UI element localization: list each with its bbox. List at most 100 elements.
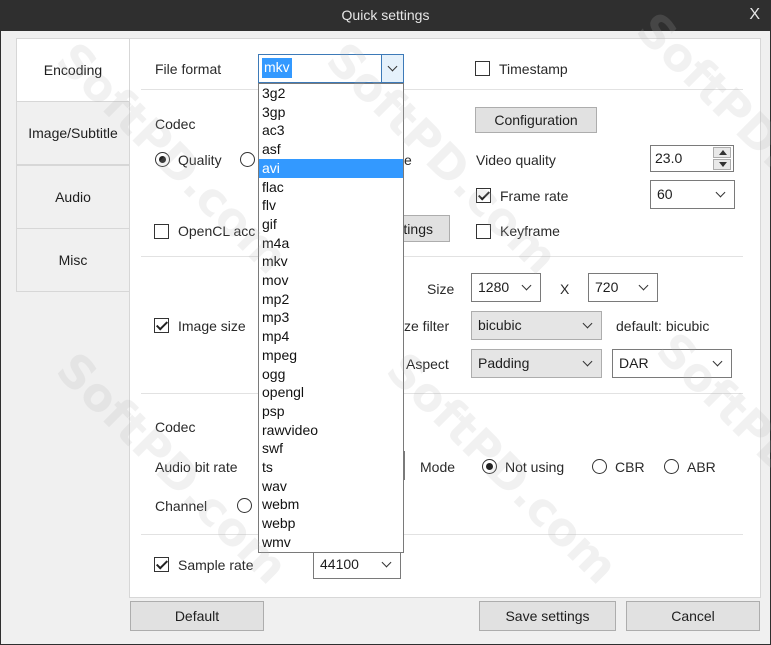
divider bbox=[141, 393, 743, 394]
chevron-down-icon[interactable] bbox=[381, 55, 403, 82]
file-format-option[interactable]: mpeg bbox=[259, 346, 403, 365]
file-format-option[interactable]: ac3 bbox=[259, 121, 403, 140]
file-format-option[interactable]: 3gp bbox=[259, 103, 403, 122]
size-filter-value: bicubic bbox=[478, 317, 522, 333]
spin-down-icon[interactable] bbox=[713, 159, 731, 170]
file-format-option[interactable]: wav bbox=[259, 477, 403, 496]
sample-rate-checkbox[interactable] bbox=[154, 557, 169, 572]
channel-radio[interactable] bbox=[237, 498, 252, 513]
default-button[interactable]: Default bbox=[130, 601, 264, 631]
image-size-label: Image size bbox=[178, 318, 246, 334]
file-format-option[interactable]: gif bbox=[259, 215, 403, 234]
file-format-value: mkv bbox=[262, 58, 292, 78]
keyframe-label: Keyframe bbox=[500, 223, 560, 239]
title-bar: Quick settings X bbox=[1, 1, 770, 31]
timestamp-checkbox[interactable] bbox=[475, 61, 490, 76]
file-format-option[interactable]: mkv bbox=[259, 252, 403, 271]
frame-rate-select[interactable]: 60 bbox=[650, 180, 735, 209]
window-title: Quick settings bbox=[341, 7, 430, 23]
file-format-label: File format bbox=[155, 61, 222, 77]
image-size-checkbox[interactable] bbox=[154, 318, 169, 333]
height-select[interactable]: 720 bbox=[588, 273, 658, 302]
size-filter-label: ze filter bbox=[404, 318, 450, 334]
mode-cbr-radio[interactable] bbox=[592, 459, 607, 474]
file-format-option[interactable]: mp4 bbox=[259, 327, 403, 346]
mode-abr-radio[interactable] bbox=[664, 459, 679, 474]
file-format-option[interactable]: m4a bbox=[259, 234, 403, 253]
file-format-option[interactable]: mov bbox=[259, 271, 403, 290]
chevron-down-icon bbox=[581, 316, 597, 334]
opencl-checkbox[interactable] bbox=[154, 224, 169, 239]
video-quality-spinner[interactable]: 23.0 bbox=[650, 145, 734, 172]
file-format-option[interactable]: psp bbox=[259, 402, 403, 421]
save-settings-button[interactable]: Save settings bbox=[479, 601, 616, 631]
sample-rate-select[interactable]: 44100 bbox=[313, 550, 401, 579]
timestamp-label: Timestamp bbox=[499, 61, 568, 77]
chevron-down-icon bbox=[637, 278, 653, 296]
spin-up-icon[interactable] bbox=[713, 147, 731, 158]
file-format-dropdown-list: 3g2 3gp ac3 asf avi flac flv gif m4a mkv mov mp2 mp3… bbox=[258, 83, 404, 553]
audio-codec-label: Codec bbox=[155, 419, 196, 435]
width-select[interactable]: 1280 bbox=[471, 273, 541, 302]
file-format-option[interactable]: asf bbox=[259, 140, 403, 159]
opencl-label: OpenCL acc bbox=[178, 223, 256, 239]
mode-not-using-label: Not using bbox=[505, 459, 565, 475]
chevron-down-icon bbox=[581, 354, 597, 372]
file-format-option[interactable]: swf bbox=[259, 439, 403, 458]
height-value: 720 bbox=[595, 279, 619, 295]
chevron-down-icon bbox=[380, 555, 396, 573]
bitrate-radio[interactable] bbox=[240, 152, 255, 167]
file-format-option[interactable]: webp bbox=[259, 514, 403, 533]
file-format-option[interactable]: flv bbox=[259, 196, 403, 215]
mode-label: Mode bbox=[420, 459, 456, 475]
file-format-option[interactable]: mp3 bbox=[259, 308, 403, 327]
file-format-option[interactable]: rawvideo bbox=[259, 421, 403, 440]
quality-radio-label: Quality bbox=[178, 152, 222, 168]
size-separator: X bbox=[560, 281, 570, 297]
size-filter-select[interactable]: bicubic bbox=[471, 311, 602, 340]
tab-encoding[interactable]: Encoding bbox=[16, 38, 130, 102]
file-format-option[interactable]: webm bbox=[259, 495, 403, 514]
keyframe-checkbox[interactable] bbox=[476, 224, 491, 239]
chevron-down-icon bbox=[520, 278, 536, 296]
width-value: 1280 bbox=[478, 279, 510, 295]
chevron-down-icon bbox=[714, 185, 730, 203]
file-format-option[interactable]: mp2 bbox=[259, 290, 403, 309]
divider bbox=[141, 89, 743, 90]
aspect-select[interactable]: Padding bbox=[471, 349, 602, 378]
aspect-label: Aspect bbox=[406, 356, 449, 372]
frame-rate-checkbox[interactable] bbox=[476, 188, 491, 203]
video-codec-label: Codec bbox=[155, 116, 196, 132]
quick-settings-window: Quick settings X Encoding Image/Subtitle… bbox=[0, 0, 771, 645]
quality-radio[interactable] bbox=[155, 152, 170, 167]
partial-radio-label: e bbox=[404, 152, 412, 168]
file-format-select[interactable]: mkv bbox=[258, 54, 404, 83]
tab-image-subtitle[interactable]: Image/Subtitle bbox=[16, 101, 130, 165]
file-format-option[interactable]: ogg bbox=[259, 365, 403, 384]
mode-cbr-label: CBR bbox=[615, 459, 645, 475]
close-button[interactable]: X bbox=[749, 6, 760, 24]
mode-not-using-radio[interactable] bbox=[482, 459, 497, 474]
file-format-option[interactable]: wmv bbox=[259, 533, 403, 552]
file-format-option[interactable]: opengl bbox=[259, 383, 403, 402]
aspect-value: Padding bbox=[478, 355, 530, 371]
file-format-option[interactable]: ts bbox=[259, 458, 403, 477]
sample-rate-value: 44100 bbox=[320, 556, 359, 572]
tab-audio[interactable]: Audio bbox=[16, 165, 130, 229]
aspect-mode-value: DAR bbox=[619, 355, 649, 371]
cancel-button[interactable]: Cancel bbox=[626, 601, 760, 631]
configuration-button[interactable]: Configuration bbox=[475, 107, 597, 133]
aspect-mode-select[interactable]: DAR bbox=[612, 349, 732, 378]
video-quality-label: Video quality bbox=[476, 152, 556, 168]
file-format-option[interactable]: flac bbox=[259, 178, 403, 197]
size-label: Size bbox=[427, 281, 455, 297]
divider bbox=[141, 534, 743, 535]
file-format-option[interactable]: 3g2 bbox=[259, 84, 403, 103]
frame-rate-value: 60 bbox=[657, 186, 673, 202]
channel-label: Channel bbox=[155, 498, 208, 514]
file-format-option[interactable]: avi bbox=[259, 158, 403, 178]
audio-bitrate-label: Audio bit rate bbox=[155, 459, 238, 475]
mode-abr-label: ABR bbox=[687, 459, 716, 475]
tab-misc[interactable]: Misc bbox=[16, 228, 130, 292]
divider bbox=[141, 256, 743, 257]
